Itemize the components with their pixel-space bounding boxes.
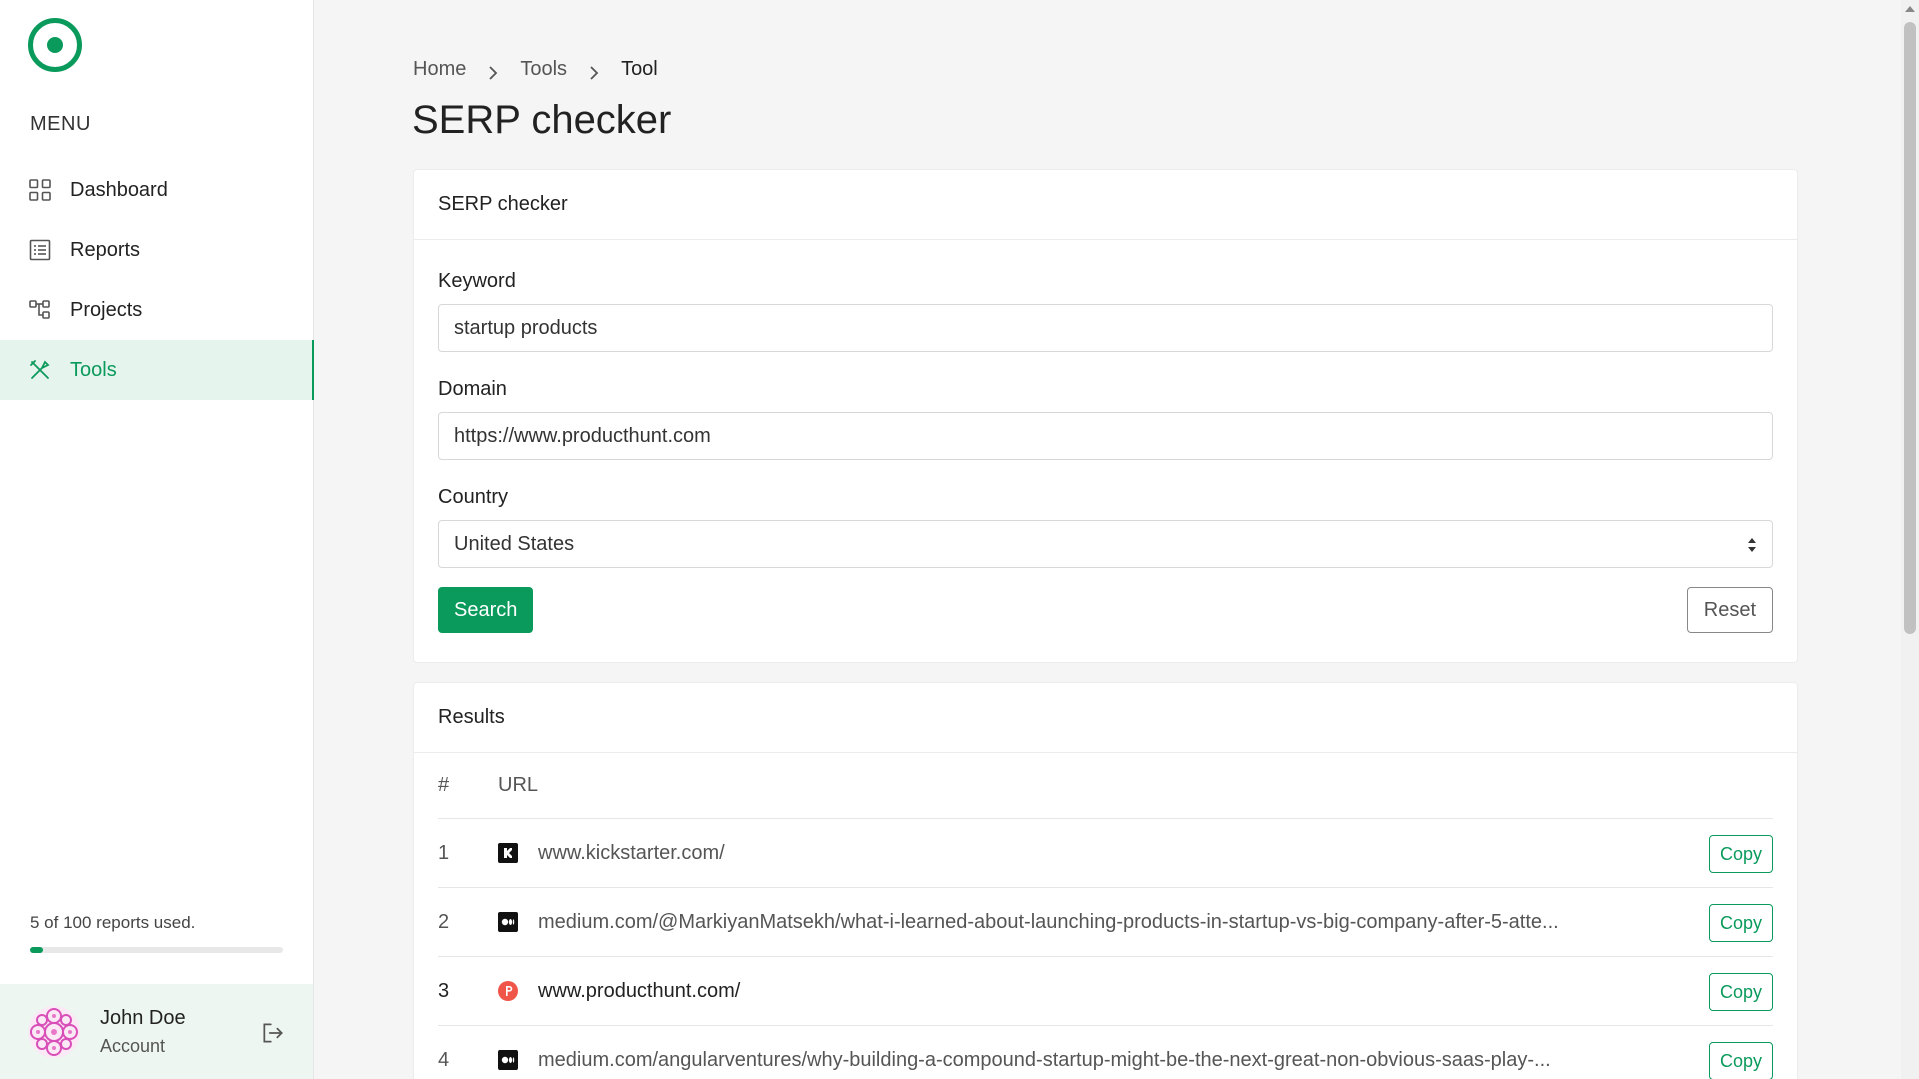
sidebar-item-label: Reports <box>70 238 141 261</box>
sidebar: MENU Dashboard Reports Projects Tools 5 … <box>0 0 314 1079</box>
account-subtitle: Account <box>100 1036 166 1056</box>
scrollbar-thumb[interactable] <box>1904 22 1916 634</box>
usage-text: 5 of 100 reports used. <box>30 913 196 932</box>
hierarchy-icon <box>28 298 52 322</box>
usage-progress-bar <box>30 947 283 953</box>
sidebar-item-reports[interactable]: Reports <box>0 220 314 280</box>
table-row: 3 www.producthunt.com/ Copy <box>438 957 1773 1026</box>
row-number: 2 <box>438 910 450 933</box>
logout-icon[interactable] <box>260 1020 286 1046</box>
tools-icon <box>28 358 52 382</box>
row-number: 4 <box>438 1048 450 1071</box>
table-header: # URL <box>438 753 1773 819</box>
row-number: 3 <box>438 979 450 1002</box>
grid-icon <box>28 178 52 202</box>
avatar[interactable] <box>28 1006 80 1058</box>
row-number: 1 <box>438 841 450 864</box>
copy-button[interactable]: Copy <box>1708 904 1773 942</box>
reset-button[interactable]: Reset <box>1686 587 1773 633</box>
table-row: 4 medium.com/angularventures/why-buildin… <box>438 1026 1773 1079</box>
menu-title: MENU <box>30 113 91 135</box>
sidebar-item-label: Tools <box>70 358 117 381</box>
search-button[interactable]: Search <box>438 587 534 633</box>
chevron-right-icon <box>488 63 498 80</box>
account-name: John Doe <box>100 1007 186 1029</box>
domain-label: Domain <box>438 378 507 400</box>
copy-button[interactable]: Copy <box>1708 835 1773 873</box>
table-row: 2 medium.com/@MarkiyanMatsekh/what-i-lea… <box>438 888 1773 957</box>
page-title: SERP checker <box>412 98 672 142</box>
country-label: Country <box>438 486 509 508</box>
select-arrows-icon <box>1746 536 1758 554</box>
page-scrollbar[interactable] <box>1901 0 1919 1079</box>
keyword-label: Keyword <box>438 270 516 292</box>
domain-value: https://www.producthunt.com <box>454 424 711 447</box>
card-title: SERP checker <box>414 170 1797 240</box>
app-logo[interactable] <box>28 18 82 72</box>
result-url[interactable]: www.kickstarter.com/ <box>538 842 1773 865</box>
scroll-up-icon[interactable] <box>1905 6 1915 12</box>
result-url[interactable]: medium.com/@MarkiyanMatsekh/what-i-learn… <box>538 911 1773 934</box>
keyword-input[interactable]: startup products <box>438 304 1773 352</box>
results-title: Results <box>414 683 1797 753</box>
kickstarter-favicon <box>498 843 518 863</box>
chevron-right-icon <box>589 63 599 80</box>
usage-progress-fill <box>30 947 43 953</box>
table-row: 1 www.kickstarter.com/ Copy <box>438 819 1773 888</box>
country-value: United States <box>454 532 575 555</box>
breadcrumb: Home Tools Tool <box>413 58 658 81</box>
copy-button[interactable]: Copy <box>1708 973 1773 1011</box>
sidebar-nav: Dashboard Reports Projects Tools <box>0 160 314 400</box>
results-card: Results # URL 1 www.kickstarter.com/ Cop… <box>413 682 1798 1079</box>
keyword-value: startup products <box>454 316 598 339</box>
results-table: # URL 1 www.kickstarter.com/ Copy 2 medi… <box>414 753 1797 1079</box>
country-select[interactable]: United States <box>438 520 1773 568</box>
result-url[interactable]: www.producthunt.com/ <box>538 980 1773 1003</box>
copy-button[interactable]: Copy <box>1708 1042 1773 1079</box>
column-header-number: # <box>438 774 450 796</box>
producthunt-favicon <box>498 981 518 1001</box>
domain-input[interactable]: https://www.producthunt.com <box>438 412 1773 460</box>
breadcrumb-tools[interactable]: Tools <box>520 58 567 81</box>
column-header-url: URL <box>498 774 539 796</box>
result-url[interactable]: medium.com/angularventures/why-building-… <box>538 1049 1773 1072</box>
sidebar-item-projects[interactable]: Projects <box>0 280 314 340</box>
breadcrumb-current: Tool <box>621 58 658 80</box>
list-icon <box>28 238 52 262</box>
medium-favicon <box>498 1050 518 1070</box>
sidebar-item-label: Dashboard <box>70 178 168 201</box>
breadcrumb-home[interactable]: Home <box>413 58 466 81</box>
account-panel[interactable]: John Doe Account <box>0 984 313 1079</box>
sidebar-item-dashboard[interactable]: Dashboard <box>0 160 314 220</box>
sidebar-item-label: Projects <box>70 298 143 321</box>
sidebar-item-tools[interactable]: Tools <box>0 340 314 400</box>
medium-favicon <box>498 912 518 932</box>
serp-form-card: SERP checker Keyword startup products Do… <box>413 169 1798 663</box>
